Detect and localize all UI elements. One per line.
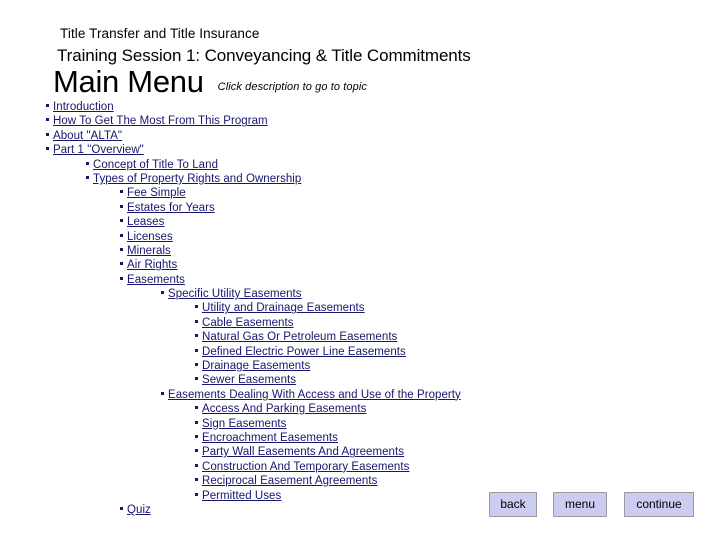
menu-item[interactable]: Drainage Easements — [0, 359, 720, 373]
menu-item[interactable]: Reciprocal Easement Agreements — [0, 474, 720, 488]
menu-item[interactable]: Sign Easements — [0, 417, 720, 431]
bullet-icon — [120, 276, 123, 280]
bullet-icon — [195, 305, 198, 309]
bullet-icon — [46, 104, 49, 107]
bullet-icon — [195, 319, 198, 323]
bullet-icon — [86, 175, 89, 179]
menu-item[interactable]: Construction And Temporary Easements — [0, 460, 720, 474]
menu-item-label[interactable]: Introduction — [53, 100, 114, 114]
bullet-icon — [195, 406, 198, 410]
menu-item-label[interactable]: How To Get The Most From This Program — [53, 114, 268, 128]
bullet-icon — [46, 132, 49, 136]
menu-item-label[interactable]: Defined Electric Power Line Easements — [202, 345, 406, 359]
bullet-icon — [86, 161, 89, 165]
menu-item-label[interactable]: Utility and Drainage Easements — [202, 301, 365, 315]
menu-item-label[interactable]: Air Rights — [127, 258, 177, 272]
menu-item-label[interactable]: Drainage Easements — [202, 359, 310, 373]
menu-item[interactable]: Minerals — [0, 244, 720, 258]
page-title: Main Menu — [53, 64, 204, 99]
bullet-icon — [195, 377, 198, 381]
menu-item-label[interactable]: Leases — [127, 215, 164, 229]
session-subtitle: Training Session 1: Conveyancing & Title… — [57, 46, 471, 65]
menu-item-label[interactable]: Minerals — [127, 244, 171, 258]
bullet-icon — [161, 291, 164, 295]
menu-item[interactable]: Estates for Years — [0, 201, 720, 215]
menu-item-label[interactable]: Specific Utility Easements — [168, 287, 302, 301]
menu-item-label[interactable]: Permitted Uses — [202, 489, 281, 503]
menu-item[interactable]: Defined Electric Power Line Easements — [0, 345, 720, 359]
menu-item-label[interactable]: Sewer Easements — [202, 373, 296, 387]
bullet-icon — [195, 492, 198, 496]
slide-canvas: Title Transfer and Title Insurance Train… — [0, 0, 720, 540]
bullet-icon — [46, 118, 49, 122]
back-button[interactable]: back — [489, 492, 537, 517]
menu-item[interactable]: Air Rights — [0, 258, 720, 272]
menu-item-label[interactable]: Types of Property Rights and Ownership — [93, 172, 301, 186]
menu-item[interactable]: Easements Dealing With Access and Use of… — [0, 388, 720, 402]
title-row: Main Menu Click description to go to top… — [53, 64, 367, 100]
menu-item[interactable]: Sewer Easements — [0, 373, 720, 387]
menu-item-label[interactable]: Reciprocal Easement Agreements — [202, 474, 377, 488]
menu-item-label[interactable]: Cable Easements — [202, 316, 294, 330]
menu-item-label[interactable]: Quiz — [127, 503, 151, 517]
menu-item[interactable]: Natural Gas Or Petroleum Easements — [0, 330, 720, 344]
menu-item[interactable]: Concept of Title To Land — [0, 158, 720, 172]
menu-item[interactable]: Party Wall Easements And Agreements — [0, 445, 720, 459]
menu-item[interactable]: Easements — [0, 273, 720, 287]
menu-item[interactable]: Types of Property Rights and Ownership — [0, 172, 720, 186]
menu-item[interactable]: Introduction — [0, 100, 720, 114]
bullet-icon — [195, 434, 198, 438]
bullet-icon — [120, 262, 123, 266]
menu-item[interactable]: Leases — [0, 215, 720, 229]
menu-item-label[interactable]: Easements — [127, 273, 185, 287]
navigation-bar: back menu continue — [489, 492, 694, 517]
menu-item-label[interactable]: Party Wall Easements And Agreements — [202, 445, 404, 459]
click-hint: Click description to go to topic — [217, 81, 367, 93]
main-menu-list: Introduction How To Get The Most From Thi… — [0, 100, 720, 517]
bullet-icon — [161, 391, 164, 395]
menu-item[interactable]: Licenses — [0, 230, 720, 244]
menu-item[interactable]: Part 1 "Overview" — [0, 143, 720, 157]
bullet-icon — [120, 204, 123, 208]
bullet-icon — [120, 233, 123, 237]
menu-item[interactable]: Encroachment Easements — [0, 431, 720, 445]
menu-item-label[interactable]: Concept of Title To Land — [93, 158, 218, 172]
bullet-icon — [195, 363, 198, 367]
menu-item[interactable]: About "ALTA" — [0, 129, 720, 143]
bullet-icon — [195, 420, 198, 424]
menu-item-label[interactable]: Fee Simple — [127, 186, 186, 200]
menu-item[interactable]: Cable Easements — [0, 316, 720, 330]
bullet-icon — [120, 506, 123, 510]
menu-button[interactable]: menu — [553, 492, 607, 517]
menu-item[interactable]: Utility and Drainage Easements — [0, 301, 720, 315]
menu-item-label[interactable]: Encroachment Easements — [202, 431, 338, 445]
menu-item-label[interactable]: Natural Gas Or Petroleum Easements — [202, 330, 397, 344]
bullet-icon — [195, 478, 198, 482]
menu-item[interactable]: How To Get The Most From This Program — [0, 114, 720, 128]
continue-button[interactable]: continue — [624, 492, 694, 517]
bullet-icon — [46, 147, 49, 151]
menu-item-label[interactable]: Part 1 "Overview" — [53, 143, 144, 157]
menu-item[interactable]: Fee Simple — [0, 186, 720, 200]
bullet-icon — [120, 190, 123, 194]
bullet-icon — [195, 449, 198, 453]
menu-item-label[interactable]: Construction And Temporary Easements — [202, 460, 409, 474]
menu-item[interactable]: Access And Parking Easements — [0, 402, 720, 416]
menu-item[interactable]: Specific Utility Easements — [0, 287, 720, 301]
bullet-icon — [120, 247, 123, 251]
menu-item-label[interactable]: Estates for Years — [127, 201, 215, 215]
menu-item-label[interactable]: About "ALTA" — [53, 129, 122, 143]
menu-item-label[interactable]: Licenses — [127, 230, 173, 244]
menu-item-label[interactable]: Access And Parking Easements — [202, 402, 366, 416]
bullet-icon — [195, 334, 198, 338]
bullet-icon — [120, 219, 123, 223]
bullet-icon — [195, 463, 198, 467]
course-kicker: Title Transfer and Title Insurance — [60, 26, 260, 41]
menu-item-label[interactable]: Easements Dealing With Access and Use of… — [168, 388, 461, 402]
menu-item-label[interactable]: Sign Easements — [202, 417, 286, 431]
bullet-icon — [195, 348, 198, 352]
